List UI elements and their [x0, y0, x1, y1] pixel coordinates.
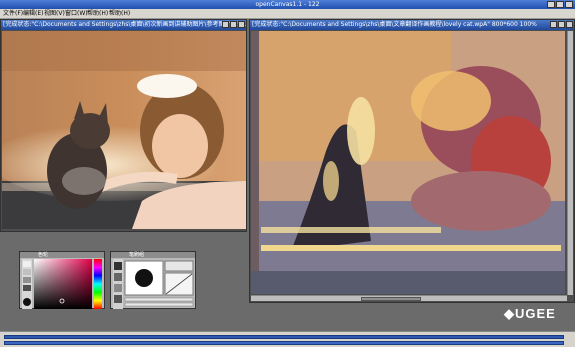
window-controls — [547, 1, 573, 8]
menu-help-2[interactable]: 帮助(H) — [109, 10, 130, 18]
blur-tool-icon — [114, 284, 122, 292]
maximize-button[interactable] — [556, 1, 564, 8]
app-title: openCanvas1.1 - 122 — [255, 1, 320, 8]
pen-tool-icon — [114, 262, 122, 270]
reference-window-controls — [222, 21, 245, 28]
painting-horizontal-scrollbar[interactable] — [251, 295, 567, 301]
color-picker[interactable] — [22, 259, 104, 309]
menu-help[interactable]: 帮助(H) — [87, 10, 108, 18]
app-titlebar: openCanvas1.1 - 122 — [0, 0, 575, 9]
color-panel-title: 色轮 — [20, 252, 104, 258]
reference-photo — [2, 31, 246, 229]
menu-window[interactable]: 窗口(W) — [65, 10, 88, 18]
menu-file[interactable]: 文件(F) — [3, 10, 23, 18]
painting-canvas[interactable] — [251, 31, 565, 294]
reference-close-button[interactable] — [238, 21, 245, 28]
brush-settings[interactable] — [113, 259, 195, 309]
brush-preview-dot — [135, 269, 153, 287]
painting-maximize-button[interactable] — [558, 21, 565, 28]
brand-name: UGEE — [515, 306, 556, 321]
brush-panel-title: 笔刷组 — [111, 252, 195, 258]
reference-window-title: [完成状态:"C:\Documents and Settings\zhs\桌面\… — [1, 20, 246, 30]
workspace: [完成状态:"C:\Documents and Settings\zhs\桌面\… — [0, 19, 575, 331]
color-panel[interactable]: 色轮 — [19, 251, 105, 309]
reference-maximize-button[interactable] — [230, 21, 237, 28]
reference-minimize-button[interactable] — [222, 21, 229, 28]
taskbar-strip — [4, 335, 564, 339]
taskbar-strip-2 — [4, 341, 564, 345]
ugee-logo: ◆UGEE — [504, 306, 556, 321]
painting-window-controls — [550, 21, 573, 28]
minimize-button[interactable] — [547, 1, 555, 8]
close-button[interactable] — [565, 1, 573, 8]
menu-bar: 文件(F) 编辑(E) 视图(V) 窗口(W) 帮助(H) 帮助(H) — [0, 9, 575, 19]
painting-minimize-button[interactable] — [550, 21, 557, 28]
status-bar — [0, 331, 575, 347]
painting-scroll-thumb[interactable] — [361, 297, 421, 301]
airbrush-tool-icon — [114, 295, 122, 303]
brush-panel[interactable]: 笔刷组 — [110, 251, 196, 309]
painting-vertical-scrollbar[interactable] — [567, 31, 573, 295]
painting-window[interactable]: [完成状态:"C:\Documents and Settings\zhs\桌面\… — [249, 19, 575, 303]
menu-edit[interactable]: 编辑(E) — [23, 10, 43, 18]
painting-close-button[interactable] — [566, 21, 573, 28]
menu-view[interactable]: 视图(V) — [44, 10, 65, 18]
eraser-tool-icon — [114, 273, 122, 281]
reference-image-window[interactable]: [完成状态:"C:\Documents and Settings\zhs\桌面\… — [0, 19, 247, 232]
painting-window-title: [完成状态:"C:\Documents and Settings\zhs\桌面\… — [250, 20, 574, 30]
